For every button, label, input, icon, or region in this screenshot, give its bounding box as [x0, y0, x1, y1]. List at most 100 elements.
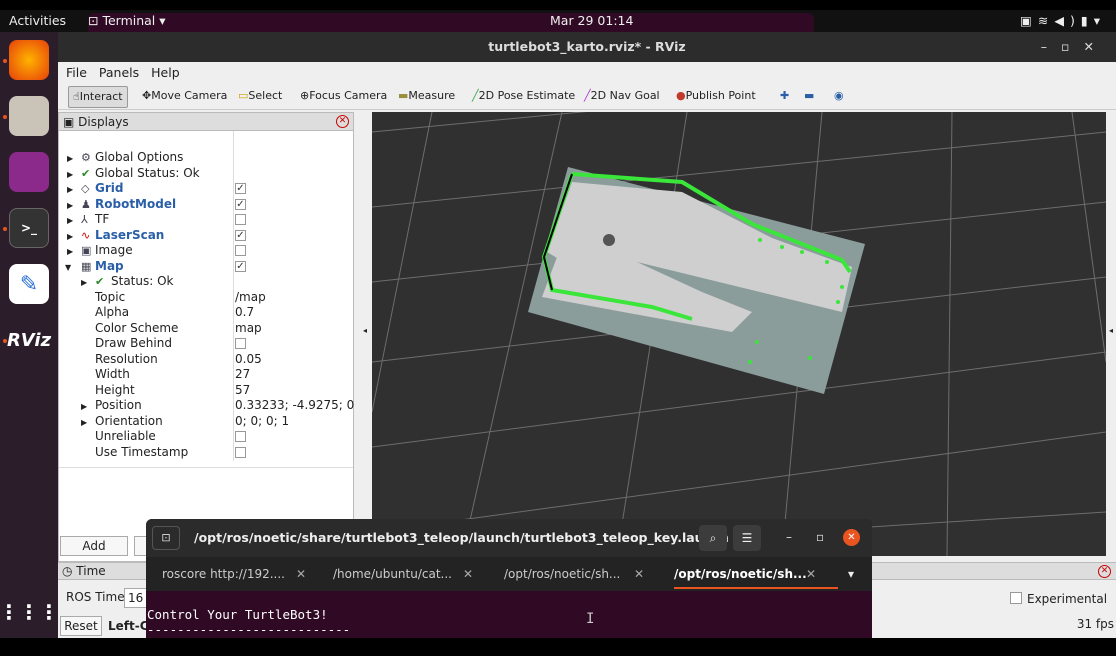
enable-checkbox[interactable]	[235, 446, 246, 458]
terminal-headerbar: ⊡ /opt/ros/noetic/share/turtlebot3_teleo…	[146, 519, 872, 557]
display-row-alpha[interactable]: Alpha 0.7	[59, 305, 354, 321]
tab-opt-1[interactable]: /opt/ros/noetic/sh... ✕	[504, 557, 644, 591]
files-icon[interactable]	[9, 96, 49, 136]
display-value[interactable]: 27	[235, 367, 250, 382]
enable-checkbox[interactable]: ✓	[235, 260, 246, 272]
display-value[interactable]: 57	[235, 383, 250, 398]
experimental-checkbox[interactable]	[1010, 592, 1022, 604]
system-tray[interactable]: ▣≋◀)▮▾	[1020, 13, 1106, 28]
expand-arrow-icon[interactable]: ▶	[67, 167, 73, 182]
tab-home[interactable]: /home/ubuntu/cat... ✕	[333, 557, 473, 591]
eye-icon[interactable]: ◉	[830, 86, 848, 108]
display-row-use-timestamp[interactable]: Use Timestamp	[59, 445, 354, 461]
tool-publish-point[interactable]: ●Publish Point	[672, 86, 760, 108]
tool-move-camera[interactable]: ✥Move Camera	[138, 86, 231, 108]
display-row-global-status[interactable]: ▶ ✔ Global Status: Ok	[59, 166, 354, 182]
activities-button[interactable]: Activities	[9, 13, 66, 28]
expand-arrow-icon[interactable]: ▶	[67, 213, 73, 228]
menu-file[interactable]: File	[66, 65, 87, 80]
add-display-button[interactable]: Add	[60, 536, 128, 556]
enable-checkbox[interactable]: ✓	[235, 229, 246, 241]
tabs-dropdown-icon[interactable]: ▾	[848, 557, 854, 591]
terminal-output[interactable]: Control Your TurtleBot3! ---------------…	[146, 591, 872, 638]
expand-arrow-icon[interactable]: ▶	[81, 415, 87, 430]
expand-arrow-icon[interactable]: ▶	[67, 182, 73, 197]
display-value[interactable]: 0.7	[235, 305, 254, 320]
display-row-laser-scan[interactable]: ▶ ∿ LaserScan ✓	[59, 228, 354, 244]
tool-interact[interactable]: ☝Interact	[68, 86, 128, 108]
volume-icon: ◀)	[1054, 13, 1081, 28]
display-value[interactable]: 0; 0; 0; 1	[235, 414, 289, 429]
remove-tool-icon[interactable]: ▬	[800, 86, 818, 108]
minimize-icon[interactable]: –	[786, 530, 792, 544]
display-row-color-scheme[interactable]: Color Scheme map	[59, 321, 354, 337]
display-row-map-status[interactable]: ▶ ✔ Status: Ok	[59, 274, 354, 290]
expand-arrow-icon[interactable]: ▶	[67, 198, 73, 213]
terminal-icon[interactable]: >_	[9, 208, 49, 248]
firefox-icon[interactable]	[9, 40, 49, 80]
clock[interactable]: Mar 29 01:14	[550, 13, 633, 28]
expand-arrow-icon[interactable]: ▶	[81, 275, 87, 290]
display-row-tf[interactable]: ▶ ⅄ TF	[59, 212, 354, 228]
display-row-image[interactable]: ▶ ▣ Image	[59, 243, 354, 259]
close-panel-icon[interactable]: ✕	[336, 115, 349, 128]
enable-checkbox[interactable]	[235, 338, 246, 349]
tool-2d-nav-goal[interactable]: ╱2D Nav Goal	[580, 86, 664, 108]
expand-arrow-icon[interactable]: ▶	[67, 229, 73, 244]
menu-help[interactable]: Help	[151, 65, 180, 80]
enable-checkbox[interactable]	[235, 214, 246, 225]
display-row-map[interactable]: ▼ ▦ Map ✓	[59, 259, 354, 275]
display-row-width[interactable]: Width 27	[59, 367, 354, 383]
maximize-icon[interactable]: ▫	[816, 530, 824, 544]
expand-arrow-icon[interactable]: ▶	[67, 244, 73, 259]
enable-checkbox[interactable]: ✓	[235, 198, 246, 210]
media-icon[interactable]	[9, 152, 49, 192]
display-value[interactable]: 0.05	[235, 352, 262, 367]
displays-panel: ▣ Displays ✕ ▶ ⚙ Global Options ▶ ✔ Global Sta…	[58, 112, 354, 562]
display-value[interactable]: map	[235, 321, 262, 336]
tool-measure[interactable]: ▬Measure	[394, 86, 459, 108]
display-row-orientation[interactable]: ▶ Orientation 0; 0; 0; 1	[59, 414, 354, 430]
terminal-line: Control Your TurtleBot3!	[147, 607, 328, 622]
rviz-icon[interactable]: RViz	[7, 320, 51, 360]
display-row-resolution[interactable]: Resolution 0.05	[59, 352, 354, 368]
image-icon: ▣	[81, 244, 92, 257]
display-row-draw-behind[interactable]: Draw Behind	[59, 336, 354, 352]
left-splitter[interactable]: ◂	[358, 112, 372, 556]
search-icon[interactable]: ⌕	[699, 525, 727, 551]
expand-arrow-icon[interactable]: ▶	[81, 399, 87, 414]
display-row-height[interactable]: Height 57	[59, 383, 354, 399]
tab-roscore[interactable]: roscore http://192.... ✕	[162, 557, 306, 591]
display-value[interactable]: /map	[235, 290, 266, 305]
display-value[interactable]: 0.33233; -4.9275; 0	[235, 398, 354, 413]
new-tab-icon[interactable]: ⊡	[152, 526, 180, 550]
display-row-global-options[interactable]: ▶ ⚙ Global Options	[59, 150, 354, 166]
add-tool-icon[interactable]: ✚	[776, 86, 793, 108]
display-row-grid[interactable]: ▶ ◇ Grid ✓	[59, 181, 354, 197]
expand-arrow-icon[interactable]: ▶	[67, 151, 73, 166]
enable-checkbox[interactable]: ✓	[235, 183, 246, 194]
tab-opt-2[interactable]: /opt/ros/noetic/sh... ✕	[674, 557, 838, 591]
right-splitter[interactable]: ◂	[1106, 112, 1116, 556]
enable-checkbox[interactable]	[235, 431, 246, 442]
window-controls[interactable]: –▫✕	[1041, 32, 1108, 62]
reset-button[interactable]: Reset	[60, 616, 102, 636]
display-row-topic[interactable]: Topic/map	[59, 290, 354, 306]
tool-select[interactable]: ▭Select	[234, 86, 286, 108]
3d-viewport[interactable]	[372, 112, 1106, 556]
tool-2d-pose-estimate[interactable]: ╱2D Pose Estimate	[468, 86, 579, 108]
tool-focus-camera[interactable]: ⊕Focus Camera	[296, 86, 391, 108]
hamburger-menu-icon[interactable]: ☰	[733, 525, 761, 551]
display-row-position[interactable]: ▶ Position 0.33233; -4.9275; 0	[59, 398, 354, 414]
collapse-arrow-icon[interactable]: ▼	[65, 260, 71, 275]
display-row-unreliable[interactable]: Unreliable	[59, 429, 354, 445]
display-row-robot-model[interactable]: ▶ ♟ RobotModel ✓	[59, 197, 354, 213]
enable-checkbox[interactable]	[235, 245, 246, 256]
close-time-panel-icon[interactable]: ✕	[1098, 565, 1111, 578]
menu-panels[interactable]: Panels	[99, 65, 139, 80]
close-icon[interactable]: ✕	[843, 529, 860, 546]
app-grid-icon[interactable]: ⋮⋮⋮	[0, 592, 59, 632]
display-label: Map	[95, 258, 124, 273]
text-editor-icon[interactable]: ✎	[9, 264, 49, 304]
robot-model	[603, 234, 615, 246]
